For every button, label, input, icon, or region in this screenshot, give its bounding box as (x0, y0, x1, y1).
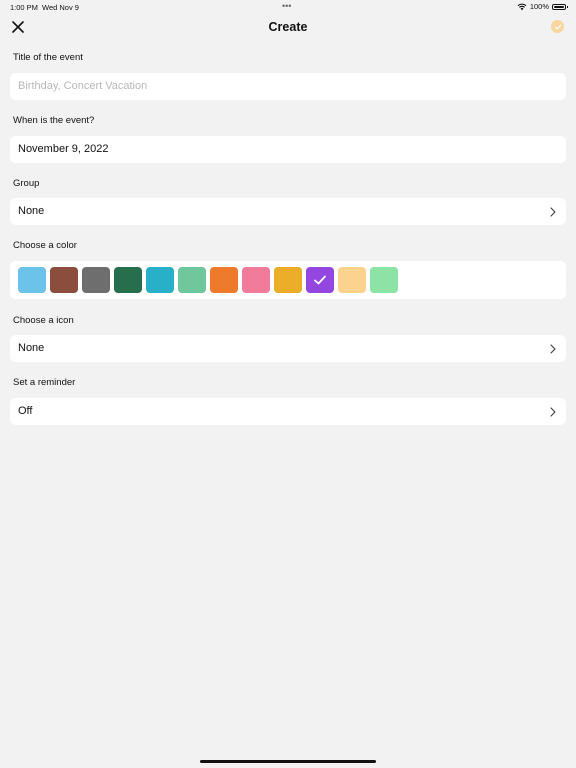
color-swatch[interactable] (306, 267, 334, 293)
wifi-icon (517, 3, 527, 10)
color-swatch[interactable] (82, 267, 110, 293)
create-event-screen: 1:00 PM Wed Nov 9 ••• 100% Create Title … (0, 0, 576, 768)
battery-fill (554, 5, 564, 8)
icon-selector[interactable]: None (10, 335, 566, 362)
event-title-field[interactable]: Birthday, Concert Vacation (10, 73, 566, 100)
chevron-right-icon (550, 344, 556, 354)
event-title-label: Title of the event (13, 52, 83, 63)
color-swatch[interactable] (114, 267, 142, 293)
reminder-value: Off (18, 405, 33, 417)
confirm-button[interactable] (551, 20, 564, 33)
checkmark-icon (314, 275, 326, 285)
status-time: 1:00 PM (10, 3, 38, 12)
reminder-label: Set a reminder (13, 377, 76, 388)
group-value: None (18, 205, 45, 217)
event-date-field[interactable]: November 9, 2022 (10, 136, 566, 163)
color-swatch[interactable] (274, 267, 302, 293)
color-swatch[interactable] (178, 267, 206, 293)
color-label: Choose a color (13, 240, 77, 251)
icon-label: Choose a icon (13, 315, 74, 326)
event-title-placeholder: Birthday, Concert Vacation (18, 80, 148, 92)
color-swatch[interactable] (370, 267, 398, 293)
color-swatch[interactable] (18, 267, 46, 293)
event-date-value: November 9, 2022 (18, 143, 109, 155)
color-swatches (18, 267, 398, 293)
group-label: Group (13, 178, 40, 189)
color-swatch[interactable] (50, 267, 78, 293)
status-date: Wed Nov 9 (42, 3, 79, 12)
reminder-selector[interactable]: Off (10, 398, 566, 425)
event-date-label: When is the event? (13, 115, 95, 126)
chevron-right-icon (550, 407, 556, 417)
icon-value: None (18, 342, 45, 354)
chevron-right-icon (550, 207, 556, 217)
battery-percent: 100% (529, 2, 549, 11)
checkmark-circle-icon (554, 24, 561, 29)
color-picker (10, 261, 566, 299)
page-title: Create (268, 20, 308, 34)
multitasking-dots[interactable]: ••• (282, 1, 291, 11)
color-swatch[interactable] (338, 267, 366, 293)
status-bar: 1:00 PM Wed Nov 9 ••• 100% (0, 0, 576, 14)
color-swatch[interactable] (210, 267, 238, 293)
status-indicators: 100% (517, 2, 568, 11)
navigation-bar: Create (0, 14, 576, 42)
color-swatch[interactable] (242, 267, 270, 293)
battery-icon (552, 3, 568, 10)
home-indicator[interactable] (200, 760, 376, 763)
color-swatch[interactable] (146, 267, 174, 293)
group-selector[interactable]: None (10, 198, 566, 225)
